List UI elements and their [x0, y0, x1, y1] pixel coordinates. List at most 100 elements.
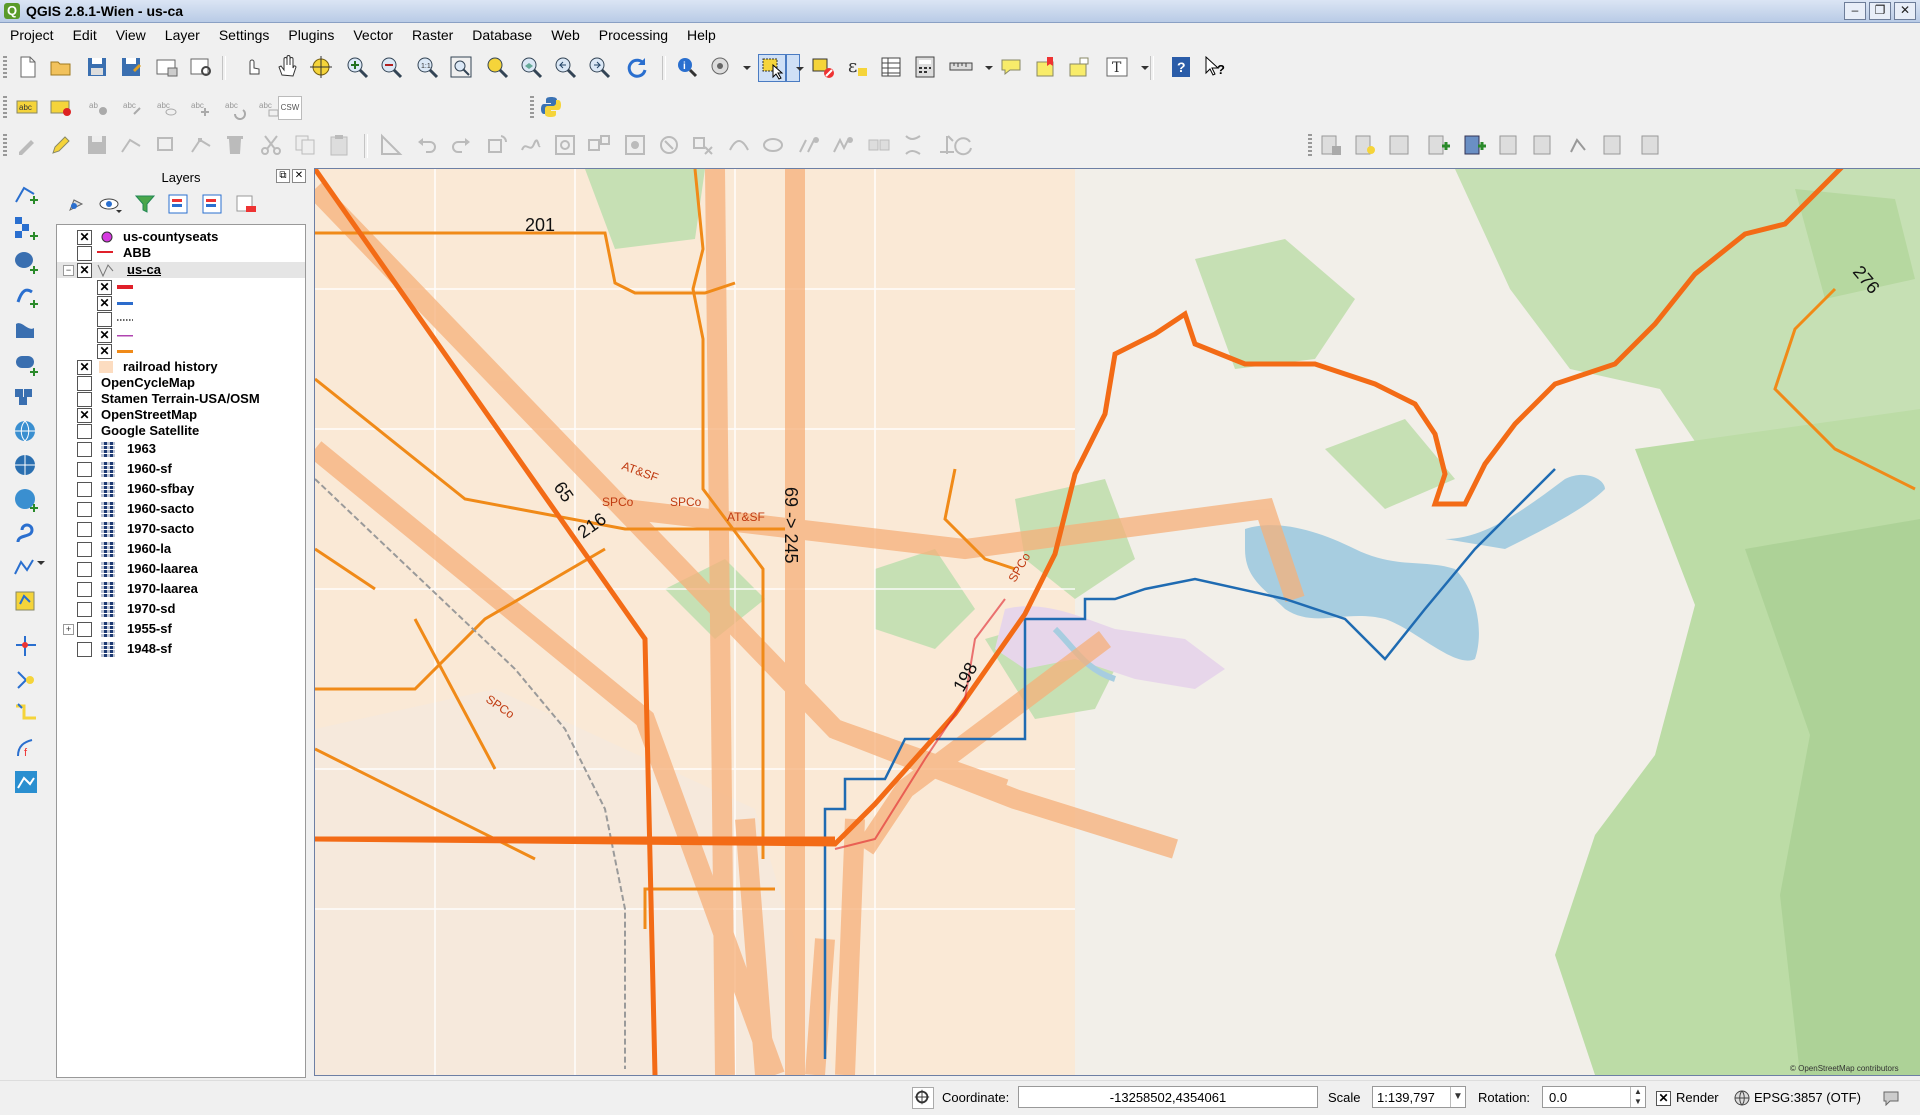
- delete-ring-icon[interactable]: [656, 132, 682, 158]
- layer-row-abb[interactable]: ABB: [57, 245, 305, 261]
- current-edits-icon[interactable]: [14, 132, 40, 158]
- add-spatialite-layer-icon[interactable]: [12, 282, 40, 310]
- help-contents-icon[interactable]: ?: [1168, 54, 1194, 80]
- add-db2-layer-icon[interactable]: [12, 384, 40, 412]
- delete-part-icon[interactable]: [690, 132, 716, 158]
- digitize-tool-a-icon[interactable]: [1496, 132, 1522, 158]
- menu-database[interactable]: Database: [462, 23, 541, 47]
- new-print-composer-icon[interactable]: [154, 54, 180, 80]
- zoom-actual-size-icon[interactable]: 1:1: [414, 54, 440, 80]
- close-button[interactable]: ✕: [1894, 2, 1916, 20]
- symbol-checkbox[interactable]: [97, 296, 112, 311]
- road-graph-icon[interactable]: [12, 698, 40, 726]
- float-panel-button[interactable]: ⧉: [276, 169, 290, 183]
- refresh-icon[interactable]: [624, 54, 650, 80]
- save-as-icon[interactable]: [118, 54, 144, 80]
- rotate-label-icon[interactable]: abc: [222, 94, 248, 120]
- add-raster-layer-icon[interactable]: [12, 214, 40, 242]
- menu-project[interactable]: Project: [0, 23, 63, 47]
- action-dropdown-arrow-icon[interactable]: [734, 54, 751, 80]
- move-label-icon[interactable]: abc: [188, 94, 214, 120]
- filter-legend-icon[interactable]: [132, 192, 158, 216]
- new-layer-dropdown-arrow-icon[interactable]: [36, 548, 46, 576]
- merge-attributes-icon[interactable]: [900, 132, 926, 158]
- undo-icon[interactable]: [414, 132, 440, 158]
- select-by-expression-icon[interactable]: ε: [844, 54, 870, 80]
- zoom-out-icon[interactable]: [378, 54, 404, 80]
- layer-checkbox[interactable]: [77, 542, 92, 557]
- toolbar-grip[interactable]: [1308, 134, 1312, 158]
- node-tool-icon[interactable]: [188, 132, 214, 158]
- menu-layer[interactable]: Layer: [155, 23, 209, 47]
- zoom-full-icon[interactable]: [448, 54, 474, 80]
- zoom-last-icon[interactable]: [552, 54, 578, 80]
- highlight-pinned-labels-icon[interactable]: ab: [86, 94, 112, 120]
- map-canvas[interactable]: 201 65 216 69 -> 245 198 276 SPCo SPCo A…: [314, 168, 1920, 1076]
- digitize-tool-c-icon[interactable]: [1566, 132, 1592, 158]
- close-panel-button[interactable]: ✕: [292, 169, 306, 183]
- offset-curve-icon[interactable]: [760, 132, 786, 158]
- cut-features-icon[interactable]: [258, 132, 284, 158]
- add-ring-icon[interactable]: [552, 132, 578, 158]
- open-project-icon[interactable]: [48, 54, 74, 80]
- paste-features-icon[interactable]: [326, 132, 352, 158]
- toolbar-grip[interactable]: [3, 96, 7, 120]
- menu-plugins[interactable]: Plugins: [278, 23, 343, 47]
- pan-map-icon[interactable]: [274, 54, 300, 80]
- layer-checkbox[interactable]: [77, 582, 92, 597]
- layer-labeling-icon[interactable]: abc: [14, 94, 40, 120]
- split-parts-icon[interactable]: [830, 132, 856, 158]
- digitize-tool-b-icon[interactable]: [1530, 132, 1556, 158]
- show-bookmarks-icon[interactable]: [1066, 54, 1092, 80]
- symbol-checkbox[interactable]: [97, 344, 112, 359]
- rotation-spin-arrows-icon[interactable]: ▲ ▼: [1630, 1087, 1645, 1107]
- add-mssql-layer-icon[interactable]: [12, 316, 40, 344]
- redo-rotate-icon[interactable]: [950, 132, 976, 158]
- menu-vector[interactable]: Vector: [343, 23, 402, 47]
- zoom-in-icon[interactable]: [344, 54, 370, 80]
- expand-toggle-icon[interactable]: +: [63, 624, 74, 635]
- new-bookmark-icon[interactable]: [1032, 54, 1058, 80]
- open-layer-styling-icon[interactable]: [64, 192, 90, 216]
- simplify-feature-icon[interactable]: [518, 132, 544, 158]
- annotation-dropdown-arrow-icon[interactable]: [1132, 54, 1149, 80]
- minimize-button[interactable]: –: [1844, 2, 1866, 20]
- add-postgis-layer-icon[interactable]: [12, 248, 40, 276]
- pan-to-selection-icon[interactable]: [308, 54, 334, 80]
- collapse-all-icon[interactable]: [200, 192, 226, 216]
- add-delimited-text-icon[interactable]: [12, 520, 40, 548]
- toolbar-grip[interactable]: [530, 96, 534, 120]
- new-project-icon[interactable]: [14, 54, 40, 80]
- add-wms-layer-icon[interactable]: [12, 418, 40, 446]
- pin-labels-icon[interactable]: abc: [120, 94, 146, 120]
- add-feature-icon[interactable]: [118, 132, 144, 158]
- toolbar-grip[interactable]: [3, 56, 7, 80]
- layer-row-1960-sf[interactable]: 1960-sf: [57, 461, 305, 477]
- add-vector-to-table-icon[interactable]: [1318, 132, 1344, 158]
- remove-layer-icon[interactable]: [234, 192, 260, 216]
- layer-checkbox[interactable]: [77, 462, 92, 477]
- layer-row-1960-laarea[interactable]: 1960-laarea: [57, 561, 305, 577]
- symbol-checkbox[interactable]: [97, 312, 112, 327]
- layer-row-google-satellite[interactable]: Google Satellite: [57, 423, 305, 439]
- layer-checkbox[interactable]: [77, 230, 92, 245]
- menu-processing[interactable]: Processing: [589, 23, 677, 47]
- layer-checkbox[interactable]: [77, 502, 92, 517]
- manage-visibility-icon[interactable]: [98, 192, 124, 216]
- whats-this-icon[interactable]: ?: [1202, 54, 1228, 80]
- select-dropdown-arrow-icon[interactable]: [786, 54, 804, 82]
- add-part-icon[interactable]: [586, 132, 612, 158]
- toolbar-grip[interactable]: [3, 134, 7, 158]
- add-wfs-layer-icon[interactable]: [12, 486, 40, 514]
- layer-row-1963[interactable]: 1963: [57, 441, 305, 457]
- toggle-coordinate-icon[interactable]: [912, 1087, 934, 1109]
- redo-icon[interactable]: [448, 132, 474, 158]
- layer-checkbox[interactable]: [77, 424, 92, 439]
- coordinate-capture-icon[interactable]: [12, 632, 40, 660]
- menu-view[interactable]: View: [106, 23, 155, 47]
- layer-checkbox[interactable]: [77, 360, 92, 375]
- scale-combobox[interactable]: 1:139,797 ▼: [1372, 1086, 1466, 1108]
- run-feature-action-icon[interactable]: [708, 54, 734, 80]
- menu-settings[interactable]: Settings: [209, 23, 279, 47]
- symbol-row-red[interactable]: [57, 279, 305, 295]
